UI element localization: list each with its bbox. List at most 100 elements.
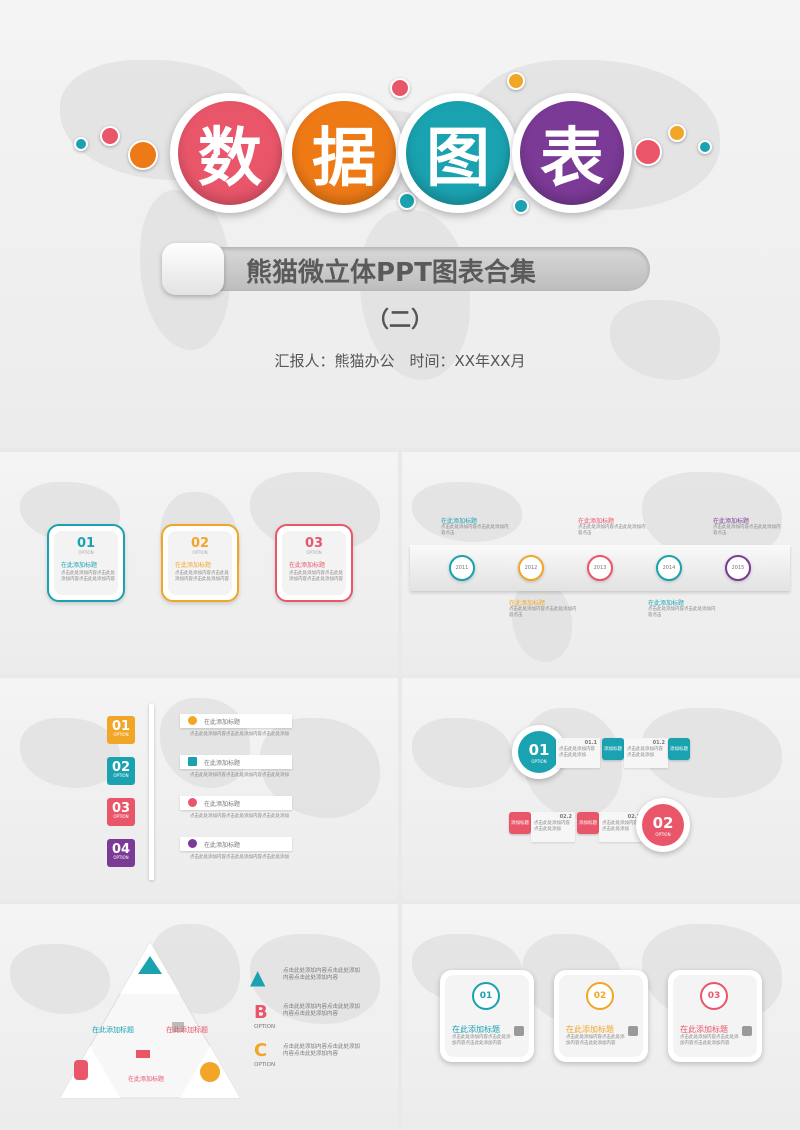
card-title: 在此添加标题	[566, 1025, 614, 1034]
world-map-background	[0, 0, 800, 448]
title-bead-2: 据	[284, 93, 404, 213]
world-map-background	[402, 678, 800, 900]
card-title: 在此添加标题	[289, 562, 326, 569]
item-label: 添加标题	[577, 812, 599, 834]
person-icon	[514, 1026, 524, 1036]
item-option: OPTION	[254, 1024, 276, 1030]
item-box: 01.1 点击此处添加内容点击此处添加	[556, 738, 600, 768]
decor-dot	[128, 140, 158, 170]
card-number: 02	[190, 536, 210, 551]
list-title: 在此添加标题	[204, 719, 241, 726]
list-desc: 点击此处添加内容点击此处添加内容点击此处添加	[190, 855, 289, 860]
title-bead-4: 表	[512, 93, 632, 213]
decor-dot	[698, 140, 712, 154]
card-desc: 点击此处添加内容点击此处添加内容点击此处添加内容	[289, 571, 343, 582]
timeline-note: 在此添加标题 点击此处添加内容点击此处添加内容点击	[509, 600, 577, 618]
cover-slide: 数 据 图 表 熊猫微立体PPT图表合集 （二） 汇报人：熊猫办公 时间：XX年…	[0, 0, 800, 448]
decor-dot	[513, 198, 529, 214]
item-label: 添加标题	[509, 812, 531, 834]
globe-icon	[188, 798, 197, 807]
timeline-note: 在此添加标题 点击此处添加内容点击此处添加内容点击	[648, 600, 716, 618]
option-card-01: 01 在此添加标题 点击此处添加内容点击此处添加内容点击此处添加内容	[440, 970, 534, 1062]
card-number: 01	[76, 536, 96, 551]
list-tab-03: 03 OPTION	[107, 798, 135, 826]
list-divider	[149, 704, 154, 880]
option-ring-02: 02 OPTION	[636, 798, 690, 852]
person-icon	[188, 716, 197, 725]
timeline-year-2014: 2014	[656, 555, 682, 581]
triangle-icon: ▲	[250, 965, 266, 989]
option-card-01: 01 OPTION 在此添加标题 点击此处添加内容点击此处添加内容点击此处添加内…	[47, 524, 125, 602]
option-card-02: 02 在此添加标题 点击此处添加内容点击此处添加内容点击此处添加内容	[554, 970, 648, 1062]
list-desc: 点击此处添加内容点击此处添加内容点击此处添加	[190, 814, 289, 819]
item-desc: 点击此处添加内容点击此处添加内容点击此处添加内容	[283, 1044, 361, 1057]
presenter-icon	[628, 1026, 638, 1036]
b-icon: B	[254, 1002, 268, 1023]
decor-dot	[390, 78, 410, 98]
triangle-label: 在此添加标题	[92, 1026, 134, 1034]
presenter-meta: 汇报人：熊猫办公 时间：XX年XX月	[274, 352, 526, 370]
c-icon: C	[254, 1040, 268, 1061]
card-number: 03	[700, 982, 728, 1010]
card-number: 01	[472, 982, 500, 1010]
title-char-2: 据	[292, 101, 396, 205]
thumb-slide-5[interactable]	[402, 678, 800, 900]
part-label: （二）	[366, 308, 433, 333]
list-desc: 点击此处添加内容点击此处添加内容点击此处添加	[190, 732, 289, 737]
bar-chart-icon	[742, 1026, 752, 1036]
option-card-03: 03 在此添加标题 点击此处添加内容点击此处添加内容点击此处添加内容	[668, 970, 762, 1062]
list-title: 在此添加标题	[204, 760, 241, 767]
card-title: 在此添加标题	[680, 1025, 728, 1034]
runner-icon	[188, 839, 197, 848]
decor-dot	[668, 124, 686, 142]
decor-dot	[507, 72, 525, 90]
title-bead-1: 数	[170, 93, 290, 213]
timeline-note: 在此添加标题 点击此处添加内容点击此处添加内容点击	[441, 518, 509, 536]
card-desc: 点击此处添加内容点击此处添加内容点击此处添加内容	[175, 571, 229, 582]
card-title: 在此添加标题	[175, 562, 212, 569]
card-number: 03	[304, 536, 324, 551]
list-tab-04: 04 OPTION	[107, 839, 135, 867]
item-desc: 点击此处添加内容点击此处添加内容点击此处添加内容	[283, 1004, 361, 1017]
card-desc: 点击此处添加内容点击此处添加内容点击此处添加内容	[61, 571, 115, 582]
decor-dot	[100, 126, 120, 146]
card-title: 在此添加标题	[452, 1025, 500, 1034]
card-desc: 点击此处添加内容点击此处添加内容点击此处添加内容	[452, 1035, 511, 1046]
list-title: 在此添加标题	[204, 801, 241, 808]
card-desc: 点击此处添加内容点击此处添加内容点击此处添加内容	[680, 1035, 739, 1046]
decor-dot	[74, 137, 88, 151]
subtitle-pill-knob	[162, 243, 224, 295]
item-desc: 点击此处添加内容点击此处添加内容点击此处添加内容	[283, 968, 361, 981]
item-label: 添加标题	[668, 738, 690, 760]
title-bead-3: 图	[398, 93, 518, 213]
triangle-label: 在此添加标题	[128, 1076, 165, 1083]
item-option: OPTION	[254, 1062, 276, 1068]
list-tab-01: 01 OPTION	[107, 716, 135, 744]
title-char-3: 图	[406, 101, 510, 205]
item-box: 02.2 点击此处添加内容点击此处添加	[531, 812, 575, 842]
subtitle-text: 熊猫微立体PPT图表合集	[246, 258, 536, 288]
list-desc: 点击此处添加内容点击此处添加内容点击此处添加	[190, 773, 289, 778]
timeline-year-2012: 2012	[518, 555, 544, 581]
card-number: 02	[586, 982, 614, 1010]
option-card-02: 02 OPTION 在此添加标题 点击此处添加内容点击此处添加内容点击此处添加内…	[161, 524, 239, 602]
thumb-slide-4[interactable]	[0, 678, 398, 900]
option-card-03: 03 OPTION 在此添加标题 点击此处添加内容点击此处添加内容点击此处添加内…	[275, 524, 353, 602]
triangle-label: 在此添加标题	[166, 1026, 208, 1034]
card-desc: 点击此处添加内容点击此处添加内容点击此处添加内容	[566, 1035, 625, 1046]
title-char-4: 表	[520, 101, 624, 205]
timeline-year-2015: 2015	[725, 555, 751, 581]
list-title: 在此添加标题	[204, 842, 241, 849]
timeline-year-2011: 2011	[449, 555, 475, 581]
list-tab-02: 02 OPTION	[107, 757, 135, 785]
decor-dot	[634, 138, 662, 166]
world-map-background	[0, 678, 398, 900]
chart-icon	[188, 757, 197, 766]
item-box: 01.2 点击此处添加内容点击此处添加	[624, 738, 668, 768]
timeline-note: 在此添加标题 点击此处添加内容点击此处添加内容点击	[578, 518, 646, 536]
card-option: OPTION	[306, 550, 322, 555]
title-char-1: 数	[178, 101, 282, 205]
card-title: 在此添加标题	[61, 562, 98, 569]
timeline-year-2013: 2013	[587, 555, 613, 581]
decor-dot	[398, 192, 416, 210]
